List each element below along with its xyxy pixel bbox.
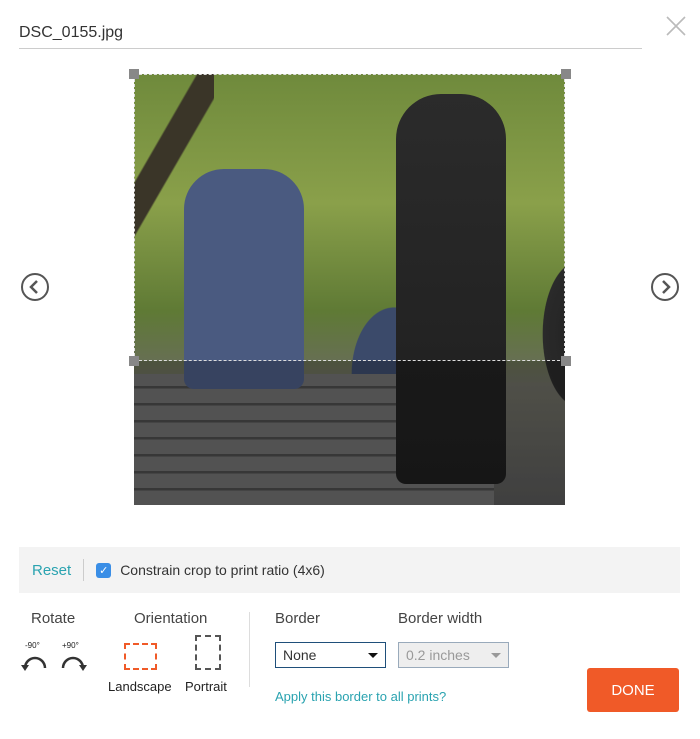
- constrain-label: Constrain crop to print ratio (4x6): [120, 562, 325, 578]
- crop-handle-bottom-right[interactable]: [561, 356, 571, 366]
- landscape-option[interactable]: [124, 643, 157, 670]
- chevron-down-icon: [368, 653, 378, 658]
- rotate-right-label: +90°: [62, 641, 79, 650]
- chevron-down-icon: [491, 653, 501, 658]
- border-width-select[interactable]: 0.2 inches: [398, 642, 509, 668]
- border-select-value: None: [283, 647, 317, 663]
- landscape-label[interactable]: Landscape: [108, 679, 172, 694]
- portrait-option[interactable]: [195, 635, 221, 670]
- previous-arrow-icon[interactable]: [20, 272, 50, 302]
- rotate-label: Rotate: [31, 610, 76, 627]
- portrait-label[interactable]: Portrait: [185, 679, 227, 694]
- rotate-right-icon[interactable]: [59, 650, 89, 672]
- constrain-checkbox[interactable]: ✓: [96, 562, 112, 578]
- next-arrow-icon[interactable]: [650, 272, 680, 302]
- rotate-left-label: -90°: [25, 641, 40, 650]
- border-select[interactable]: None: [275, 642, 386, 668]
- done-button[interactable]: DONE: [587, 668, 679, 712]
- crop-toolbar: Reset ✓ Constrain crop to print ratio (4…: [19, 547, 680, 593]
- divider: [249, 612, 250, 687]
- divider: [83, 559, 85, 581]
- crop-handle-bottom-left[interactable]: [129, 356, 139, 366]
- close-icon[interactable]: [664, 14, 688, 38]
- crop-box[interactable]: [134, 74, 565, 361]
- rotate-left-icon[interactable]: [19, 650, 49, 672]
- border-width-label: Border width: [398, 610, 483, 627]
- filename-field[interactable]: DSC_0155.jpg: [19, 24, 642, 49]
- apply-border-all-link[interactable]: Apply this border to all prints?: [275, 689, 446, 704]
- border-label: Border: [275, 610, 321, 627]
- border-width-value: 0.2 inches: [406, 647, 470, 663]
- crop-handle-top-right[interactable]: [561, 69, 571, 79]
- reset-link[interactable]: Reset: [32, 562, 71, 579]
- crop-handle-top-left[interactable]: [129, 69, 139, 79]
- orientation-label: Orientation: [134, 610, 208, 627]
